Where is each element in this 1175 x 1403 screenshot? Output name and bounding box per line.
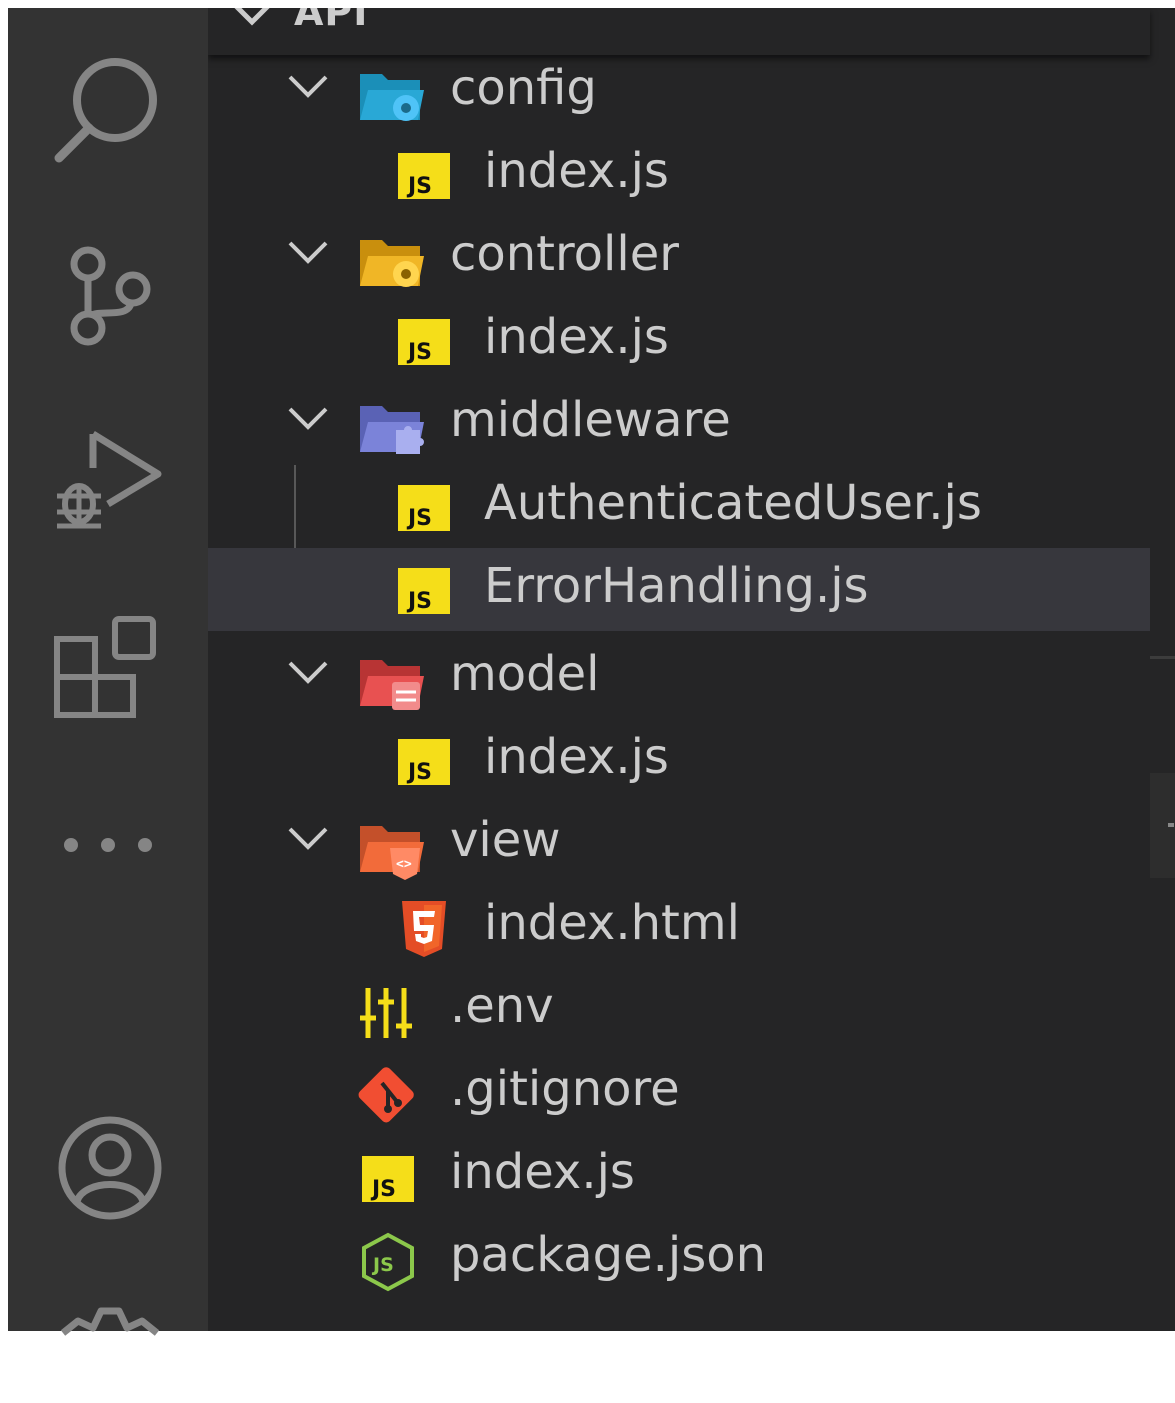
tree-item-label: view	[450, 812, 561, 868]
folder-model-icon	[360, 660, 424, 710]
svg-text:JS: JS	[406, 589, 432, 614]
folder-controller-icon	[360, 240, 424, 287]
extensions-icon[interactable]	[53, 613, 168, 723]
tree-item-label: index.html	[484, 895, 740, 951]
chevron-down-icon	[288, 75, 328, 98]
tree-item-label: index.js	[484, 309, 669, 365]
tree-item-label: .env	[450, 978, 554, 1034]
scrollbar-marker	[1168, 823, 1174, 827]
tree-file-authenticateduser-js[interactable]: JS AuthenticatedUser.js	[208, 471, 1150, 554]
section-title: API	[294, 8, 369, 34]
tree-item-label: config	[450, 60, 597, 116]
tree-item-label: index.js	[450, 1144, 635, 1200]
tree-item-label: index.js	[484, 729, 669, 785]
js-file-icon: JS	[398, 153, 450, 199]
tree-file-index-js[interactable]: JS index.js	[208, 1140, 1150, 1223]
folder-config-icon	[360, 74, 424, 121]
accounts-icon[interactable]	[53, 1113, 168, 1223]
js-file-icon: JS	[398, 485, 450, 531]
tree-folder-controller[interactable]: controller	[208, 222, 1150, 305]
tree-file-index-js[interactable]: JS index.js	[208, 725, 1150, 808]
chevron-down-icon[interactable]	[226, 8, 278, 32]
tree-item-label: .gitignore	[450, 1061, 680, 1117]
chevron-down-icon	[288, 661, 328, 684]
chevron-down-icon	[288, 241, 328, 264]
more-icon[interactable]	[53, 788, 168, 898]
folder-view-icon: <>	[360, 826, 424, 880]
tree-item-label: index.js	[484, 143, 669, 199]
scrollbar-track-edge	[1150, 656, 1175, 659]
tree-file-index-html[interactable]: index.html	[208, 891, 1150, 974]
svg-text:JS: JS	[406, 340, 432, 365]
js-file-icon: JS	[362, 1156, 414, 1202]
svg-text:JS: JS	[406, 174, 432, 199]
source-control-icon[interactable]	[53, 244, 168, 354]
activity-bar	[8, 8, 208, 1336]
tree-file-env[interactable]: .env	[208, 974, 1150, 1057]
chevron-down-icon	[288, 827, 328, 850]
svg-text:JS: JS	[370, 1177, 396, 1202]
explorer-panel: API config JS index.js controller JS ind…	[208, 8, 1175, 1331]
js-file-icon: JS	[398, 739, 450, 785]
svg-text:JS: JS	[371, 1254, 394, 1276]
svg-text:JS: JS	[406, 760, 432, 785]
js-file-icon: JS	[398, 319, 450, 365]
tree-item-label: controller	[450, 226, 679, 282]
tree-item-label: package.json	[450, 1227, 767, 1283]
tree-item-label: ErrorHandling.js	[484, 558, 869, 614]
run-debug-icon[interactable]	[53, 426, 168, 536]
search-icon[interactable]	[53, 58, 168, 168]
env-settings-icon	[360, 988, 412, 1038]
tree-file-index-js[interactable]: JS index.js	[208, 305, 1150, 388]
tree-item-label: AuthenticatedUser.js	[484, 475, 982, 531]
chevron-down-icon	[288, 407, 328, 430]
html5-icon	[402, 901, 446, 957]
tree-file-index-js[interactable]: JS index.js	[208, 139, 1150, 222]
svg-text:<>: <>	[396, 857, 412, 872]
tree-file-package-json[interactable]: JS package.json	[208, 1223, 1150, 1306]
tree-folder-view[interactable]: <> view	[208, 808, 1150, 891]
tree-item-label: middleware	[450, 392, 731, 448]
git-icon	[358, 1067, 414, 1123]
svg-text:JS: JS	[406, 506, 432, 531]
folder-middleware-icon	[360, 406, 424, 454]
tree-folder-model[interactable]: model	[208, 642, 1150, 725]
tree-item-label: model	[450, 646, 600, 702]
js-file-icon: JS	[398, 568, 450, 614]
tree-folder-config[interactable]: config	[208, 56, 1150, 139]
nodejs-icon: JS	[362, 1232, 414, 1292]
tree-folder-middleware[interactable]: middleware	[208, 388, 1150, 471]
explorer-section-header[interactable]: API	[208, 8, 1150, 55]
tree-file-gitignore[interactable]: .gitignore	[208, 1057, 1150, 1140]
tree-file-errorhandling-js[interactable]: JS ErrorHandling.js	[208, 548, 1150, 631]
manage-gear-icon[interactable]	[53, 1293, 168, 1403]
